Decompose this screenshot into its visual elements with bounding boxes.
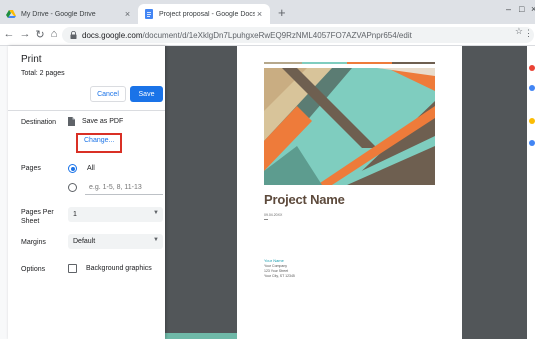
total-pages: Total: 2 pages [21, 70, 65, 77]
tab-title: Project proposal - Google Docs [159, 10, 255, 18]
bookmark-star-icon[interactable]: ☆ [515, 26, 523, 37]
options-label: Options [21, 266, 46, 273]
side-addon-icon[interactable] [529, 85, 535, 91]
destination-label: Destination [21, 119, 57, 126]
preview-company: Your Company [264, 264, 288, 268]
cancel-button[interactable]: Cancel [90, 86, 126, 102]
print-dialog-panel: Print Total: 2 pages Cancel Save Destina… [8, 46, 165, 339]
google-docs-icon [145, 9, 153, 19]
preview-date: 09.04.20XX [264, 213, 283, 217]
url-host: docs.google.com [82, 30, 143, 40]
margins-label: Margins [21, 239, 46, 246]
chevron-down-icon: ▼ [153, 210, 159, 216]
doc-edge [0, 46, 8, 339]
google-drive-icon [6, 10, 16, 18]
pages-custom-input[interactable] [85, 181, 163, 195]
preview-city: Your City, ST 12345 [264, 274, 295, 278]
pages-custom-radio[interactable] [68, 183, 77, 192]
pages-label: Pages [21, 165, 41, 172]
minimize-icon[interactable]: – [506, 4, 511, 14]
preview-street: 123 Your Street [264, 269, 289, 273]
preview-dash [264, 219, 268, 220]
pages-all-radio[interactable] [68, 164, 77, 173]
maximize-icon[interactable]: □ [519, 4, 524, 14]
tab-my-drive[interactable]: My Drive - Google Drive × [0, 4, 138, 24]
preview-project-name: Project Name [264, 192, 345, 207]
side-addon-icon[interactable] [529, 65, 535, 71]
side-addon-icon[interactable] [529, 140, 535, 146]
margins-value: Default [73, 238, 96, 245]
new-tab-icon[interactable]: + [278, 5, 286, 20]
pages-per-sheet-value: 1 [73, 211, 77, 218]
margins-select[interactable]: Default ▼ [68, 234, 163, 249]
change-destination-button[interactable]: Change... [84, 137, 114, 144]
close-tab-icon[interactable]: × [255, 9, 264, 19]
home-icon[interactable]: ⌂ [47, 28, 61, 40]
close-tab-icon[interactable]: × [123, 9, 132, 19]
destination-value: Save as PDF [82, 118, 124, 125]
address-bar[interactable]: docs.google.com/document/d/1eXklgDn7Lpuh… [62, 27, 534, 43]
side-addon-icon[interactable] [529, 118, 535, 124]
forward-icon[interactable]: → [18, 28, 32, 40]
pages-per-sheet-select[interactable]: 1 ▼ [68, 207, 163, 222]
preview-page: Project Name 09.04.20XX Your Name Your C… [237, 46, 462, 333]
url-path: /document/d/1eXklgDn7LpuhgxeRwEQ9RzNML40… [142, 30, 412, 40]
reload-icon[interactable]: ↻ [33, 28, 47, 41]
preview-your-name: Your Name [264, 258, 284, 263]
close-window-icon[interactable]: × [531, 4, 535, 14]
tab-title: My Drive - Google Drive [21, 10, 96, 18]
pages-all-label: All [87, 165, 95, 172]
background-graphics-label: Background graphics [86, 265, 152, 272]
print-title: Print [21, 54, 42, 65]
menu-icon[interactable]: ⋮ [524, 28, 533, 39]
tab-project-proposal[interactable]: Project proposal - Google Docs × [138, 4, 270, 24]
chevron-down-icon: ▼ [153, 237, 159, 243]
document-icon [68, 117, 75, 126]
back-icon[interactable]: ← [2, 28, 16, 40]
tab-strip: My Drive - Google Drive × Project propos… [0, 0, 535, 24]
save-button[interactable]: Save [130, 86, 163, 102]
lock-icon [70, 31, 77, 39]
browser-toolbar: ← → ↻ ⌂ docs.google.com/document/d/1eXkl… [0, 24, 535, 46]
next-page-peek [237, 333, 462, 339]
divider [8, 110, 165, 111]
pages-per-sheet-label: Pages Per Sheet [21, 209, 54, 225]
background-graphics-checkbox[interactable] [68, 264, 77, 273]
cover-artwork [264, 62, 435, 185]
